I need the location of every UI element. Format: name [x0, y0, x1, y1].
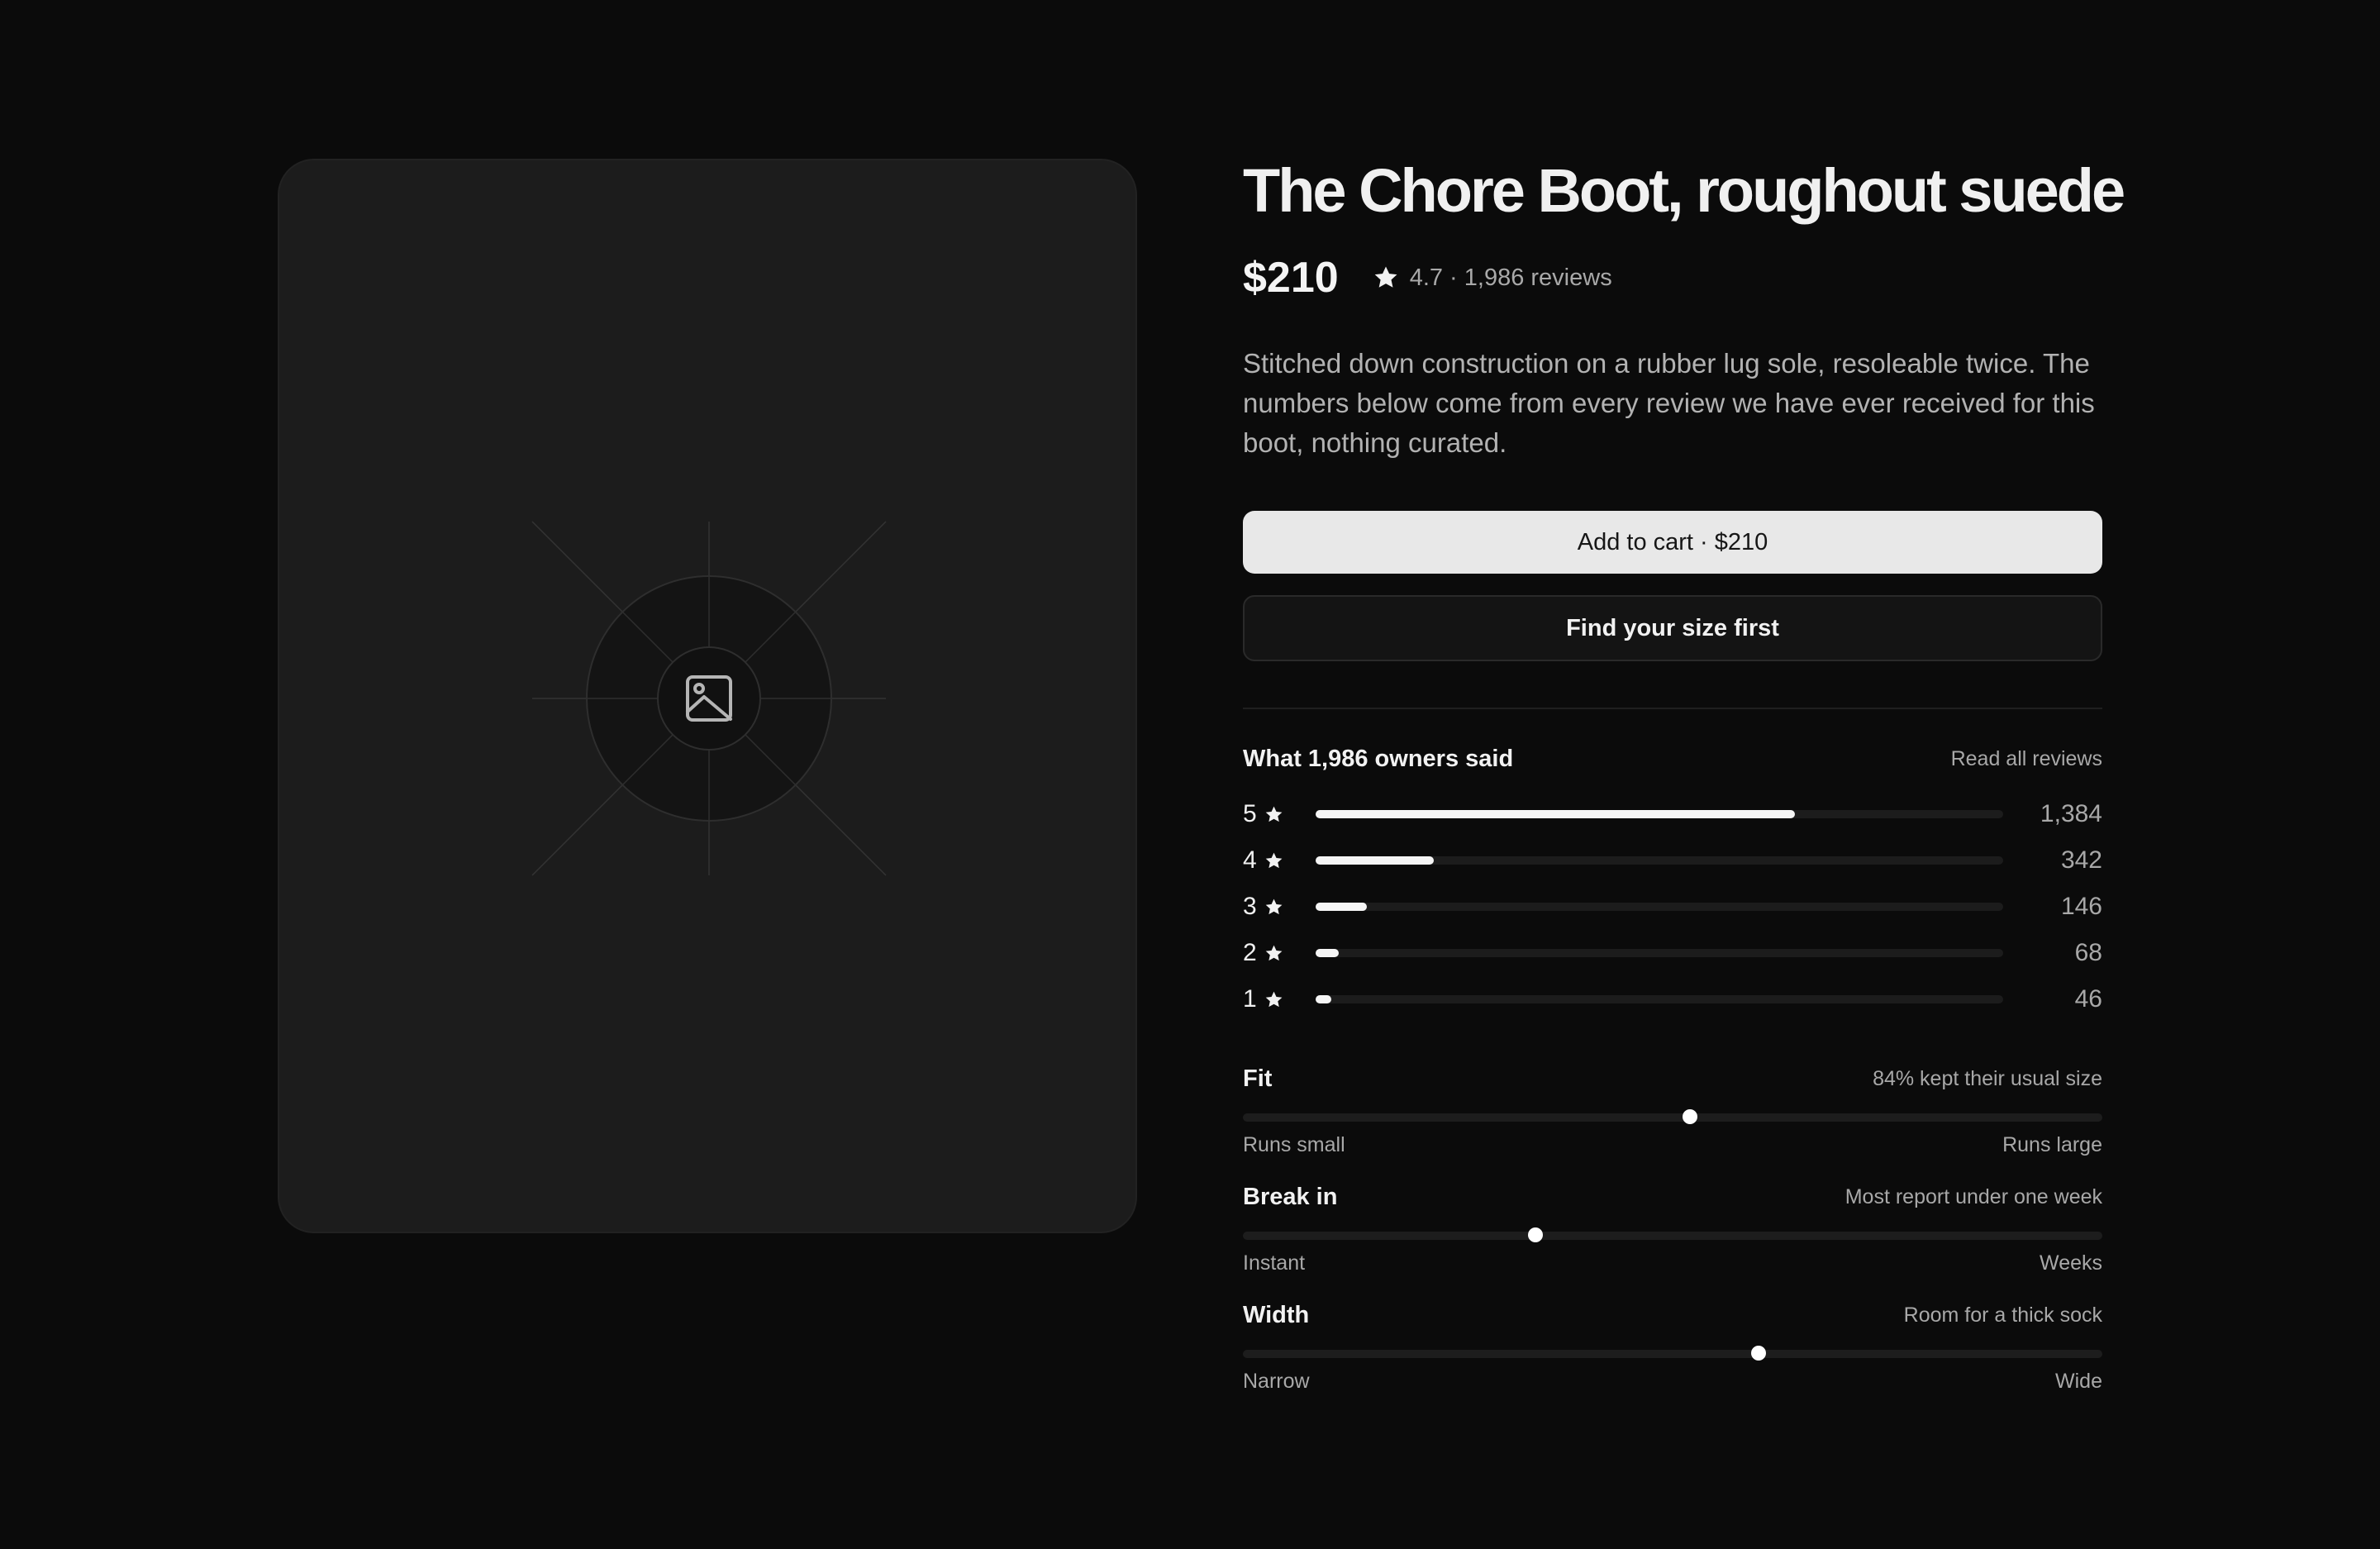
histogram-count: 342	[2060, 846, 2102, 874]
histogram-track	[1316, 995, 2003, 1003]
meter-note: Room for a thick sock	[1903, 1303, 2102, 1327]
meter-left-label: Instant	[1243, 1251, 1306, 1275]
meter-scale: Runs small Runs large	[1243, 1133, 2102, 1157]
histogram-star-label: 5	[1243, 800, 1316, 828]
meter-left-label: Narrow	[1243, 1370, 1310, 1393]
star-icon	[1265, 945, 1283, 960]
reviews-title: What 1,986 owners said	[1243, 746, 1514, 772]
histogram-star-number: 1	[1243, 985, 1257, 1013]
product-description: Stitched down construction on a rubber l…	[1243, 348, 2095, 458]
histogram-star-label: 4	[1243, 846, 1316, 875]
histogram-star-number: 3	[1243, 893, 1257, 920]
histogram-count: 46	[2074, 985, 2102, 1013]
meter-break-in: Break in Most report under one week Instan…	[1243, 1180, 2102, 1275]
add-to-cart-button[interactable]: Add to cart · $210	[1243, 511, 2102, 574]
product-title: The Chore Boot, roughout suede	[1243, 156, 2125, 225]
placeholder-graphic	[531, 521, 887, 876]
meter-scale: Instant Weeks	[1243, 1251, 2102, 1275]
rating-histogram: 5 1,384 4 342 3 146 2 68 1 46	[1243, 791, 2102, 1022]
meter-note: 84% kept their usual size	[1873, 1066, 2102, 1090]
meter-fit: Fit 84% kept their usual size Runs small Ru…	[1243, 1062, 2102, 1157]
meter-track	[1243, 1346, 2102, 1361]
histogram-star-number: 2	[1243, 939, 1257, 966]
meter-label: Fit	[1243, 1065, 1273, 1092]
meter-right-label: Runs large	[2002, 1133, 2102, 1156]
star-icon	[1265, 991, 1283, 1007]
histogram-track	[1316, 856, 2003, 865]
meter-width: Width Room for a thick sock Narrow Wide	[1243, 1299, 2102, 1394]
histogram-fill	[1316, 903, 1367, 911]
histogram-count: 68	[2074, 939, 2102, 966]
histogram-count: 1,384	[2040, 800, 2102, 827]
meter-track	[1243, 1109, 2102, 1124]
histogram-star-number: 5	[1243, 800, 1257, 827]
meter-right-label: Wide	[2055, 1370, 2102, 1393]
histogram-star-number: 4	[1243, 846, 1257, 874]
product-price: $210	[1243, 254, 1339, 302]
read-all-reviews-link[interactable]: Read all reviews	[1951, 747, 2102, 771]
histogram-fill	[1316, 949, 1339, 957]
histogram-fill	[1316, 995, 1331, 1003]
product-image-placeholder	[278, 159, 1137, 1233]
meter-left-label: Runs small	[1243, 1133, 1345, 1156]
product-info: The Chore Boot, roughout suede $210 4.7 …	[1243, 149, 2125, 1394]
histogram-star-label: 1	[1243, 985, 1316, 1013]
divider	[1243, 708, 2102, 709]
histogram-star-label: 3	[1243, 893, 1316, 921]
meter-label: Break in	[1243, 1183, 1338, 1210]
meter-marker	[1527, 1227, 1543, 1242]
histogram-count: 146	[2060, 893, 2102, 920]
star-icon	[1265, 852, 1283, 868]
meter-header: Break in Most report under one week	[1243, 1180, 2102, 1213]
rating-text: 4.7 · 1,986 reviews	[1409, 264, 1612, 291]
meter-label: Width	[1243, 1301, 1310, 1328]
histogram-row[interactable]: 4 342	[1243, 837, 2102, 884]
star-icon	[1374, 266, 1397, 288]
product-page: The Chore Boot, roughout suede $210 4.7 …	[0, 0, 2380, 1549]
histogram-row[interactable]: 5 1,384	[1243, 791, 2102, 837]
histogram-track	[1316, 810, 2003, 818]
meter-header: Width Room for a thick sock	[1243, 1299, 2102, 1332]
histogram-fill	[1316, 810, 1795, 818]
star-icon	[1265, 898, 1283, 914]
reviews-header: What 1,986 owners said Read all reviews	[1243, 746, 2102, 773]
meter-marker	[1751, 1346, 1766, 1361]
histogram-row[interactable]: 1 46	[1243, 976, 2102, 1022]
meter-track	[1243, 1227, 2102, 1242]
find-size-button[interactable]: Find your size first	[1243, 595, 2102, 661]
histogram-track	[1316, 949, 2003, 957]
meter-header: Fit 84% kept their usual size	[1243, 1062, 2102, 1095]
meter-marker	[1682, 1109, 1697, 1124]
fit-meters: Fit 84% kept their usual size Runs small Ru…	[1243, 1062, 2102, 1394]
histogram-row[interactable]: 2 68	[1243, 930, 2102, 976]
histogram-track	[1316, 903, 2003, 911]
price-row: $210 4.7 · 1,986 reviews	[1243, 245, 2102, 311]
histogram-star-label: 2	[1243, 939, 1316, 967]
meter-right-label: Weeks	[2040, 1251, 2102, 1275]
star-icon	[1265, 806, 1283, 822]
histogram-fill	[1316, 856, 1434, 865]
rating-summary[interactable]: 4.7 · 1,986 reviews	[1372, 264, 1612, 292]
meter-note: Most report under one week	[1844, 1184, 2102, 1208]
histogram-row[interactable]: 3 146	[1243, 884, 2102, 930]
meter-scale: Narrow Wide	[1243, 1370, 2102, 1394]
